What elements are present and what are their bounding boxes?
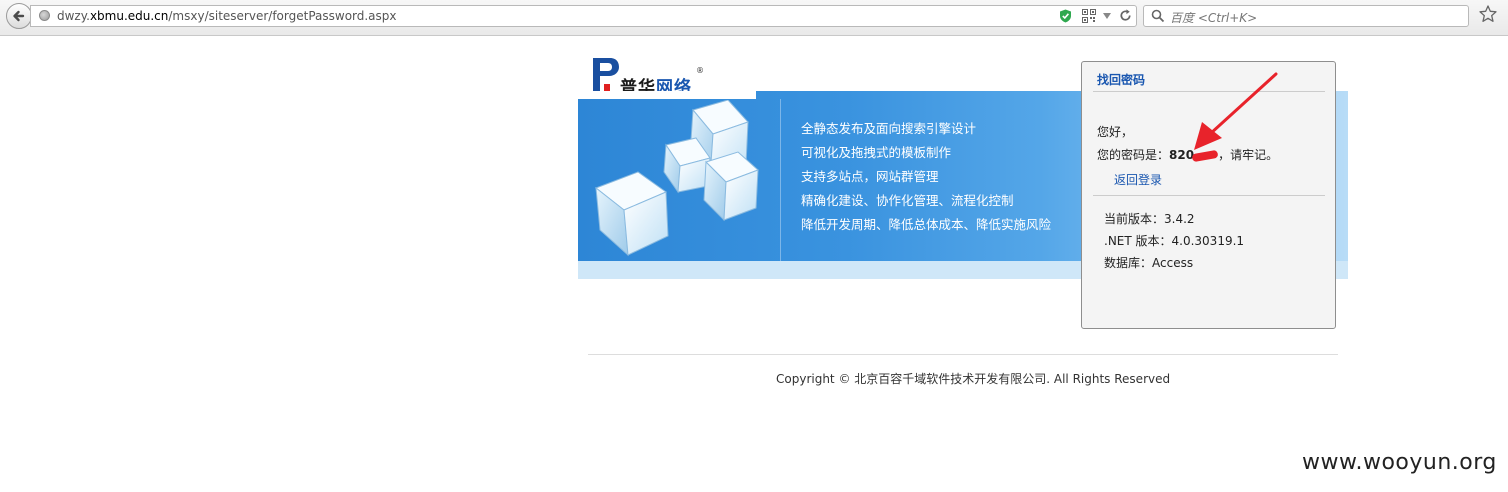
- net-version-info: .NET 版本：4.0.30319.1: [1104, 234, 1245, 248]
- feature-item: 精确化建设、协作化管理、流程化控制: [801, 193, 1014, 208]
- reload-icon[interactable]: [1118, 8, 1133, 23]
- url-prefix: dwzy.: [57, 9, 90, 23]
- wooyun-watermark: www.wooyun.org: [1302, 450, 1497, 475]
- shield-icon[interactable]: [1059, 9, 1072, 23]
- back-button[interactable]: [6, 3, 32, 29]
- url-host: xbmu.edu.cn: [89, 9, 169, 23]
- footer-divider: [588, 354, 1338, 355]
- system-info: 当前版本：3.4.2 .NET 版本：4.0.30319.1 数据库：Acces…: [1104, 208, 1244, 274]
- password-prefix: 您的密码是：: [1097, 148, 1170, 162]
- feature-item: 支持多站点，网站群管理: [801, 169, 939, 184]
- search-icon: [1151, 9, 1165, 23]
- bookmark-star-icon[interactable]: [1478, 4, 1498, 24]
- globe-icon: [39, 10, 50, 21]
- database-info: 数据库：Access: [1104, 256, 1194, 270]
- url-bar[interactable]: dwzy.xbmu.edu.cn/msxy/siteserver/forgetP…: [30, 5, 1137, 27]
- feature-item: 降低开发周期、降低总体成本、降低实施风险: [801, 217, 1052, 232]
- registered-mark: ®: [696, 66, 704, 75]
- feature-list: 全静态发布及面向搜索引擎设计 可视化及拖拽式的模板制作 支持多站点，网站群管理 …: [801, 117, 1051, 237]
- qr-code-icon[interactable]: [1082, 9, 1096, 23]
- dropdown-arrow-icon[interactable]: [1102, 11, 1112, 21]
- banner-divider: [780, 99, 781, 261]
- divider: [1093, 195, 1325, 196]
- search-bar[interactable]: 百度 <Ctrl+K>: [1143, 5, 1469, 27]
- version-info: 当前版本：3.4.2: [1104, 212, 1195, 226]
- url-text: dwzy.xbmu.edu.cn/msxy/siteserver/forgetP…: [57, 9, 397, 23]
- greeting-text: 您好，: [1097, 125, 1134, 139]
- annotation-arrow-icon: [1194, 72, 1278, 150]
- url-path: /msxy/siteserver/forgetPassword.aspx: [168, 9, 397, 23]
- logo-mark-icon: [593, 58, 619, 94]
- feature-item: 全静态发布及面向搜索引擎设计: [801, 121, 977, 136]
- ice-cubes-illustration: [594, 100, 759, 257]
- browser-toolbar: dwzy.xbmu.edu.cn/msxy/siteserver/forgetP…: [0, 0, 1508, 36]
- back-arrow-icon: [13, 10, 25, 22]
- panel-title: 找回密码: [1097, 73, 1146, 87]
- feature-item: 可视化及拖拽式的模板制作: [801, 145, 952, 160]
- search-placeholder: 百度 <Ctrl+K>: [1170, 11, 1258, 25]
- back-to-login-link[interactable]: 返回登录: [1114, 171, 1162, 188]
- banner-tab-notch: [578, 91, 756, 99]
- copyright-text: Copyright © 北京百容千域软件技术开发有限公司. All Rights…: [776, 372, 1171, 386]
